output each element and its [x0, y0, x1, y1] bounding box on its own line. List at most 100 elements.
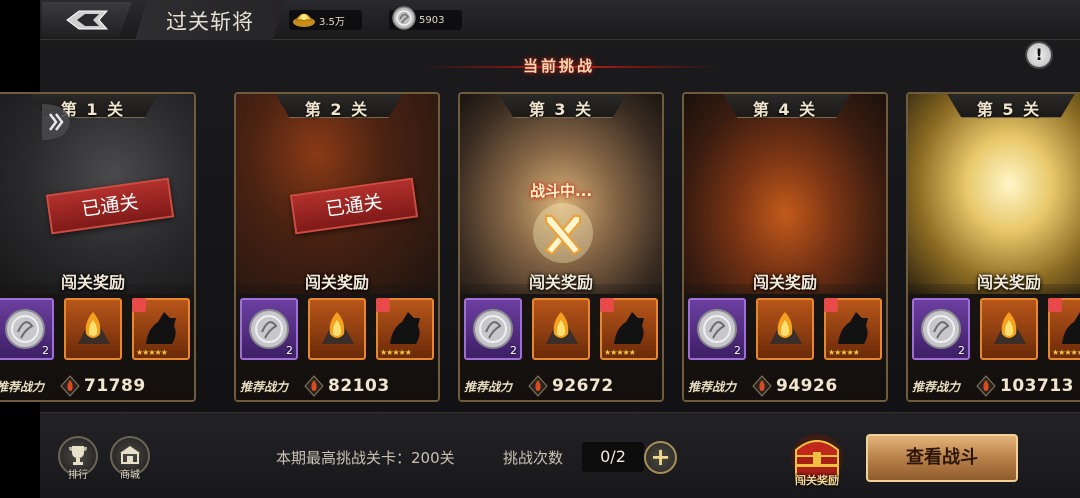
stage-reward-label: 闯关奖励 [795, 474, 839, 487]
reward-item-silver-coin[interactable]: 2 [240, 298, 298, 360]
shop-pavilion-icon [120, 446, 140, 464]
scroll-arrow-icon[interactable] [42, 100, 74, 144]
reward-title: 闯关奖励 [752, 273, 817, 292]
stage-artwork [908, 94, 1080, 294]
star-rating-icon: ★★★★★ [380, 348, 412, 357]
reward-item-horse-fragment[interactable]: ★★★★★ [376, 298, 434, 360]
info-button[interactable]: ! [1025, 41, 1053, 69]
fragment-puzzle-icon [376, 298, 390, 312]
gold-currency[interactable]: 3.5万 [289, 10, 362, 30]
recommended-power-label: 推荐战力 [688, 380, 737, 394]
flame-icon [60, 375, 80, 397]
attempts-counter: 0/2 [582, 442, 644, 472]
fire-ore-icon [78, 312, 110, 344]
recommended-power-label: 推荐战力 [912, 380, 961, 394]
reward-item-horse-fragment[interactable]: ★★★★★ [132, 298, 190, 360]
reward-item-horse-fragment[interactable]: ★★★★★ [824, 298, 882, 360]
back-button[interactable] [42, 2, 132, 38]
view-battle-button[interactable]: 查看战斗 [866, 434, 1018, 482]
reward-item-fire-ore[interactable] [532, 298, 590, 360]
recommended-power-label: 推荐战力 [240, 380, 289, 394]
ranking-label: 排行 [68, 470, 88, 481]
item-count: 2 [734, 344, 741, 357]
reward-item-fire-ore[interactable] [64, 298, 122, 360]
reward-items: 2 ★★★★★ [240, 298, 438, 362]
recommended-power-row: 推荐战力 92672 [460, 375, 662, 397]
reward-item-silver-coin[interactable]: 2 [0, 298, 54, 360]
reward-items: 2 ★★★★★ [688, 298, 886, 362]
recommended-power-value: 82103 [328, 376, 390, 396]
fragment-puzzle-icon [1048, 298, 1062, 312]
add-attempts-button[interactable]: + [644, 441, 677, 474]
recommended-power-row: 推荐战力 82103 [236, 375, 438, 397]
reward-title: 闯关奖励 [528, 273, 593, 292]
fire-ore-icon [994, 312, 1026, 344]
item-count: 2 [286, 344, 293, 357]
stage-cards-row: 第 1 关已通关 闯关奖励 2 ★★★★★ 推荐战力 71789 第 2 关已通关 闯关奖励 2… [0, 92, 1080, 404]
current-challenge-title: 当前挑战 [522, 57, 595, 75]
shop-label: 商城 [120, 470, 140, 481]
reward-item-fire-ore[interactable] [756, 298, 814, 360]
reward-item-fire-ore[interactable] [980, 298, 1038, 360]
recommended-power-value: 71789 [84, 376, 146, 396]
stage-number-label: 第 2 关 [304, 100, 370, 119]
flame-icon [304, 375, 324, 397]
flame-icon [976, 375, 996, 397]
star-rating-icon: ★★★★★ [1052, 348, 1080, 357]
recommended-power-row: 推荐战力 94926 [684, 375, 886, 397]
reward-title: 闯关奖励 [60, 273, 125, 292]
recommended-power-row: 推荐战力 71789 [0, 375, 194, 397]
reward-title: 闯关奖励 [304, 273, 369, 292]
item-count: 2 [42, 344, 49, 357]
fire-ore-icon [322, 312, 354, 344]
stage-card[interactable]: 第 3 关战斗中... 闯关奖励 2 ★★★★★ 推荐战力 92672 [458, 92, 664, 402]
reward-items: 2 ★★★★★ [464, 298, 662, 362]
stage-card[interactable]: 第 4 关闯关奖励 2 ★★★★★ 推荐战力 94926 [682, 92, 888, 402]
gold-amount: 3.5万 [319, 16, 345, 28]
reward-title: 闯关奖励 [976, 273, 1041, 292]
fire-ore-icon [546, 312, 578, 344]
fragment-puzzle-icon [132, 298, 146, 312]
recommended-power-row: 推荐战力 103713 [908, 375, 1080, 397]
silver-currency[interactable]: 5903 [389, 6, 462, 30]
attempts-label: 挑战次数 [503, 449, 564, 467]
star-rating-icon: ★★★★★ [604, 348, 636, 357]
flame-icon [752, 375, 772, 397]
back-arrow-icon [66, 10, 109, 30]
stage-card[interactable]: 第 1 关已通关 闯关奖励 2 ★★★★★ 推荐战力 71789 [0, 92, 196, 402]
recommended-power-label: 推荐战力 [0, 380, 45, 394]
reward-items: 2 ★★★★★ [912, 298, 1080, 362]
recommended-power-label: 推荐战力 [464, 380, 513, 394]
star-rating-icon: ★★★★★ [136, 348, 168, 357]
item-count: 2 [958, 344, 965, 357]
stage-artwork [684, 94, 886, 294]
reward-item-horse-fragment[interactable]: ★★★★★ [600, 298, 658, 360]
fragment-puzzle-icon [600, 298, 614, 312]
silver-coin-icon [392, 6, 416, 30]
reward-item-silver-coin[interactable]: 2 [464, 298, 522, 360]
recommended-power-value: 94926 [776, 376, 838, 396]
reward-item-silver-coin[interactable]: 2 [912, 298, 970, 360]
stage-number-label: 第 4 关 [752, 100, 818, 119]
game-screen: 过关斩将 3.5万 5903 当前挑战 ! 第 1 关已通关 闯关奖励 2 ★★★★★… [0, 0, 1080, 498]
fragment-puzzle-icon [824, 298, 838, 312]
stage-number-label: 第 3 关 [528, 100, 594, 119]
stage-number-label: 第 1 关 [60, 100, 126, 119]
star-rating-icon: ★★★★★ [828, 348, 860, 357]
stage-card[interactable]: 第 5 关闯关奖励 2 ★★★★★ 推荐战力 103713 [906, 92, 1080, 402]
gold-ingot-icon [293, 13, 315, 27]
trophy-icon [69, 446, 87, 465]
fire-ore-icon [770, 312, 802, 344]
reward-item-horse-fragment[interactable]: ★★★★★ [1048, 298, 1080, 360]
stage-card[interactable]: 第 2 关已通关 闯关奖励 2 ★★★★★ 推荐战力 82103 [234, 92, 440, 402]
reward-item-silver-coin[interactable]: 2 [688, 298, 746, 360]
recommended-power-value: 103713 [1000, 376, 1074, 396]
stage-number-label: 第 5 关 [976, 100, 1042, 119]
max-stage-text: 本期最高挑战关卡：200关 [276, 449, 455, 467]
crossed-swords-icon [533, 203, 593, 263]
item-count: 2 [510, 344, 517, 357]
silver-amount: 5903 [419, 14, 445, 26]
reward-items: 2 ★★★★★ [0, 298, 194, 362]
reward-item-fire-ore[interactable] [308, 298, 366, 360]
flame-icon [528, 375, 548, 397]
